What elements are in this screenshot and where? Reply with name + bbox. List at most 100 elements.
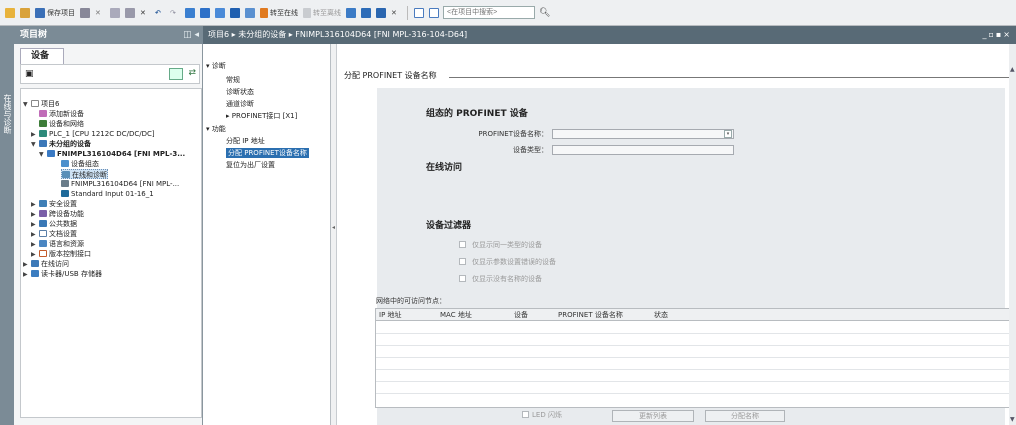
new-project-icon[interactable]: [4, 6, 16, 20]
copy-icon[interactable]: [109, 6, 121, 20]
paste-icon[interactable]: [124, 6, 136, 20]
overview-icon[interactable]: [169, 68, 183, 80]
tree-item-doc-settings[interactable]: ▶ 文档设置: [31, 229, 77, 239]
search-icon[interactable]: 🔍︎: [538, 6, 551, 20]
col-mac-address[interactable]: MAC 地址: [440, 310, 472, 320]
nav-functions[interactable]: ▾ 功能: [206, 124, 226, 134]
nav-profinet-interface[interactable]: ▸ PROFINET接口 [X1]: [226, 111, 297, 121]
window-controls[interactable]: _▫▪×: [982, 26, 1012, 44]
redo-icon[interactable]: ↷: [169, 6, 181, 20]
tree-item-standard-input[interactable]: Standard Input 01-16_1: [61, 189, 154, 199]
download-icon[interactable]: [199, 6, 211, 20]
tree-item-common-data[interactable]: ▶ 公共数据: [31, 219, 77, 229]
nav-channel-diagnostics[interactable]: 通道诊断: [226, 99, 254, 109]
nav-assign-profinet-name[interactable]: 分配 PROFINET设备名称: [226, 148, 309, 158]
device-type-field: [552, 145, 734, 155]
simulation-icon[interactable]: [229, 6, 241, 20]
checkbox-box[interactable]: [459, 258, 466, 265]
split-vertical-icon[interactable]: [428, 6, 440, 20]
document-icon: [39, 230, 47, 237]
filter-same-type-checkbox[interactable]: 仅显示同一类型的设备: [459, 241, 542, 250]
stop-cpu-icon[interactable]: [375, 6, 387, 20]
breadcrumb: 项目6 ▸ 未分组的设备 ▸ FNIMPL316104D64 [FNI MPL-…: [208, 30, 468, 39]
tree-item-project[interactable]: ▼ 项目6: [23, 99, 59, 109]
tree-item-device-config[interactable]: 设备组态: [61, 159, 99, 169]
tree-view-icon[interactable]: ▣: [25, 69, 34, 79]
filter-no-name-checkbox[interactable]: 仅显示没有名称的设备: [459, 275, 542, 284]
tree-item-card-reader[interactable]: ▶ 读卡器/USB 存储器: [23, 269, 102, 279]
checkbox-box[interactable]: [459, 275, 466, 282]
language-icon: [39, 240, 47, 247]
compile-icon[interactable]: [184, 6, 196, 20]
scroll-down-icon[interactable]: ▼: [1010, 416, 1015, 423]
filter-option-label: 仅显示同一类型的设备: [472, 241, 542, 249]
tree-item-cross-device[interactable]: ▶ 跨设备功能: [31, 209, 84, 219]
go-offline-label: 转至离线: [313, 8, 341, 17]
tree-item-fni-module[interactable]: FNIMPL316104D64 [FNI MPL-...: [61, 179, 179, 189]
checkbox-box[interactable]: [522, 411, 529, 418]
nav-general[interactable]: 常规: [226, 75, 240, 85]
tree-expand-icon[interactable]: ⇄: [188, 68, 196, 78]
plc-icon: [39, 130, 47, 137]
accessible-nodes-table[interactable]: IP 地址 MAC 地址 设备 PROFINET 设备名称 状态: [375, 308, 1012, 408]
devices-tab[interactable]: 设备: [20, 48, 64, 64]
expand-arrow-icon[interactable]: ▼: [31, 140, 39, 150]
expand-arrow-icon[interactable]: ▼: [39, 150, 47, 160]
go-online-button[interactable]: 转至在线: [259, 6, 299, 20]
save-project-button[interactable]: 保存项目: [34, 6, 76, 20]
tree-item-online-access[interactable]: ▶ 在线访问: [23, 259, 69, 269]
accessible-devices-icon[interactable]: [345, 6, 357, 20]
monitor-icon[interactable]: [244, 6, 256, 20]
tree-item-languages[interactable]: ▶ 语言和资源: [31, 239, 84, 249]
cross-reference-icon[interactable]: ✕: [390, 6, 402, 20]
tree-item-security[interactable]: ▶ 安全设置: [31, 199, 77, 209]
filter-option-label: 仅显示没有名称的设备: [472, 275, 542, 283]
tree-item-label: 文档设置: [49, 230, 77, 238]
col-device[interactable]: 设备: [514, 310, 528, 320]
project-search-input[interactable]: [443, 6, 535, 19]
device-type-label: 设备类型：: [513, 146, 548, 154]
project-tree-header: 项目树 ◫ ◂: [0, 26, 203, 44]
tree-item-version-control[interactable]: ▶ 版本控制接口: [31, 249, 91, 259]
print-icon[interactable]: [79, 6, 91, 20]
tree-item-ungrouped-devices[interactable]: ▼ 未分组的设备: [31, 139, 91, 149]
cut-icon[interactable]: ✕: [94, 6, 106, 20]
filter-wrong-params-checkbox[interactable]: 仅显示参数设置错误的设备: [459, 258, 556, 267]
col-profinet-name[interactable]: PROFINET 设备名称: [558, 310, 623, 320]
collapsed-arrow-icon[interactable]: ▶: [23, 270, 31, 280]
col-status[interactable]: 状态: [654, 310, 668, 320]
chevron-down-icon[interactable]: ▾: [724, 130, 732, 138]
collapse-tree-icon[interactable]: ◫ ◂: [183, 26, 199, 44]
nav-diagnostic-status[interactable]: 诊断状态: [226, 87, 254, 97]
col-ip-address[interactable]: IP 地址: [379, 310, 402, 320]
go-offline-button[interactable]: 转至离线: [302, 6, 342, 20]
tree-item-plc[interactable]: ▶ PLC_1 [CPU 1212C DC/DC/DC]: [31, 129, 155, 139]
tree-item-fni-device[interactable]: ▼ FNIMPL316104D64 [FNI MPL-3...: [39, 149, 185, 159]
checkbox-box[interactable]: [459, 241, 466, 248]
delete-icon[interactable]: ✕: [139, 6, 151, 20]
tree-item-devices-networks[interactable]: 设备和网络: [39, 119, 84, 129]
split-horizontal-icon[interactable]: [413, 6, 425, 20]
tree-item-add-device[interactable]: 添加新设备: [39, 109, 84, 119]
led-flash-checkbox[interactable]: LED 闪烁: [522, 410, 562, 422]
save-project-label: 保存项目: [47, 8, 75, 17]
tree-item-label: 在线和诊断: [72, 171, 107, 179]
scroll-up-icon[interactable]: ▲: [1010, 66, 1015, 73]
tree-item-online-diagnostics[interactable]: 在线和诊断: [61, 169, 108, 179]
go-online-label: 转至在线: [270, 8, 298, 17]
start-cpu-icon[interactable]: [360, 6, 372, 20]
nav-factory-reset[interactable]: 复位为出厂设置: [226, 160, 275, 170]
nav-assign-ip[interactable]: 分配 IP 地址: [226, 136, 265, 146]
table-row: [376, 393, 1011, 394]
upload-icon[interactable]: [214, 6, 226, 20]
undo-icon[interactable]: ↶: [154, 6, 166, 20]
vertical-scrollbar[interactable]: ▲ ▼: [1009, 44, 1016, 425]
online-diagnostics-strip[interactable]: 在线与诊断: [0, 44, 14, 425]
assign-name-button[interactable]: 分配名称: [705, 410, 785, 422]
expand-arrow-icon[interactable]: ▼: [23, 100, 31, 110]
open-project-icon[interactable]: [19, 6, 31, 20]
refresh-list-button[interactable]: 更新列表: [612, 410, 694, 422]
nav-diagnostics[interactable]: ▾ 诊断: [206, 61, 226, 71]
tree-item-label: 读卡器/USB 存储器: [41, 270, 102, 278]
device-name-select[interactable]: [552, 129, 734, 139]
